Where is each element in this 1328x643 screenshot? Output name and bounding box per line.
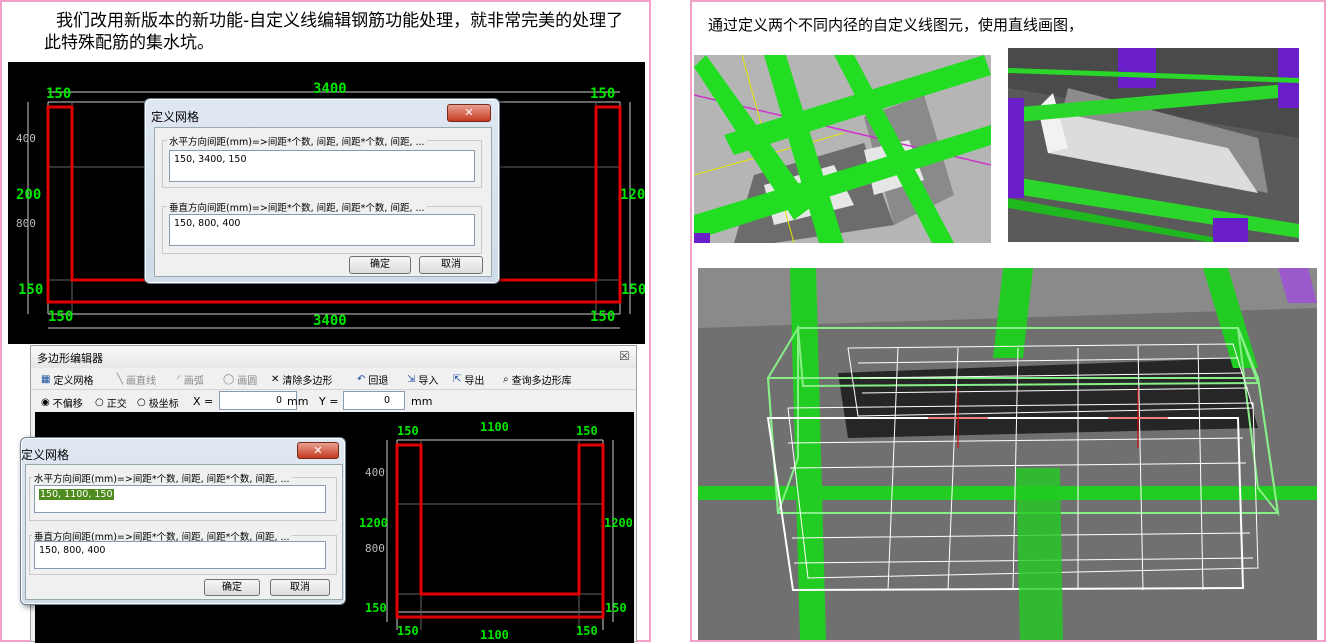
ed-dim-bottom-right: 150	[576, 624, 598, 638]
option-ortho[interactable]: ○ 正交	[95, 395, 127, 410]
editor-titlebar: 多边形编辑器 ☒	[31, 346, 636, 368]
dim-top-left: 150	[46, 86, 72, 102]
editor-title: 多边形编辑器	[37, 352, 103, 365]
y-unit: mm	[411, 395, 433, 408]
rebar-3d-view-1	[694, 55, 991, 243]
option-polar[interactable]: ○ 极坐标	[137, 395, 179, 410]
h-spacing-input[interactable]: 150, 3400, 150	[169, 150, 475, 182]
dim-left-tick-1: 400	[16, 132, 36, 145]
tool-draw-circle[interactable]: ◯ 画圆	[223, 372, 257, 387]
dim-right-bottom: 150	[621, 282, 645, 298]
editor-dialog-title: 定义网格	[21, 448, 70, 462]
v-spacing-input[interactable]: 150, 800, 400	[169, 214, 475, 246]
rebar-wireframe-drawing	[698, 268, 1317, 640]
search-icon: ⌕	[503, 374, 509, 385]
tool-clear-polygon[interactable]: ✕ 清除多边形	[271, 372, 332, 387]
dim-bottom-center: 3400	[313, 313, 347, 329]
ed-dim-left-tick-1: 400	[365, 466, 385, 479]
ed-cancel-button[interactable]: 取消	[270, 579, 330, 596]
undo-icon: ↶	[357, 374, 366, 385]
ed-dim-bottom-left: 150	[397, 624, 419, 638]
dialog-close-button[interactable]: ✕	[447, 104, 491, 122]
x-icon: ✕	[271, 374, 280, 385]
dim-left-mid: 200	[16, 187, 42, 203]
dim-left-tick-2: 800	[16, 217, 36, 230]
rebar-3d-drawing-2	[1008, 48, 1299, 242]
editor-optionbar: ◉ 不偏移 ○ 正交 ○ 极坐标 X = 0 mm Y = 0 mm	[31, 390, 636, 412]
grid-icon: ▦	[41, 374, 51, 385]
right-caption: 通过定义两个不同内径的自定义线图元，使用直线画图，	[708, 16, 1084, 34]
editor-dialog-body: 水平方向间距(mm)=>间距*个数, 间距, 间距*个数, 间距, ... 15…	[25, 464, 343, 600]
ed-dim-top-center: 1100	[480, 420, 509, 434]
tool-draw-arc[interactable]: ◜ 画弧	[177, 372, 204, 387]
circle-icon: ◯	[223, 374, 235, 385]
dim-top-right: 150	[590, 86, 616, 102]
dim-bottom-right: 150	[590, 309, 616, 325]
top-cad-view: 150 3400 150 150 3400 150 200 120 150 15…	[8, 62, 645, 344]
define-grid-dialog: 定义网格 ✕ 水平方向间距(mm)=>间距*个数, 间距, 间距*个数, 间距,…	[144, 98, 500, 284]
tool-query-library[interactable]: ⌕ 查询多边形库	[503, 372, 572, 387]
ok-button[interactable]: 确定	[349, 256, 411, 274]
ed-dim-left-bottom: 150	[365, 601, 387, 615]
tool-define-grid[interactable]: ▦ 定义网格	[41, 372, 93, 387]
dim-bottom-left: 150	[48, 309, 74, 325]
tool-export[interactable]: ⇱ 导出	[453, 372, 484, 387]
import-icon: ⇲	[407, 374, 416, 385]
ed-dim-left-tick-2: 800	[365, 542, 385, 555]
rebar-wireframe-view	[698, 268, 1317, 640]
ed-dim-bottom-center: 1100	[480, 628, 509, 642]
ed-v-spacing-input[interactable]: 150, 800, 400	[34, 541, 326, 569]
rebar-3d-view-2	[1008, 48, 1299, 242]
cancel-button[interactable]: 取消	[419, 256, 483, 274]
x-label: X =	[193, 395, 214, 408]
arc-icon: ◜	[177, 374, 181, 385]
left-caption: 我们改用新版本的新功能-自定义线编辑钢筋功能处理，就非常完美的处理了此特殊配筋的…	[44, 11, 624, 53]
dialog-body: 水平方向间距(mm)=>间距*个数, 间距, 间距*个数, 间距, ... 15…	[154, 127, 492, 277]
ed-dim-right-bottom: 150	[605, 601, 627, 615]
ed-dim-right-mid: 1200	[604, 516, 633, 530]
ed-h-spacing-value: 150, 1100, 150	[39, 489, 114, 500]
ed-dim-top-right: 150	[576, 424, 598, 438]
rebar-3d-drawing-1	[694, 55, 991, 243]
x-input[interactable]: 0	[219, 391, 297, 410]
x-unit: mm	[287, 395, 309, 408]
tool-draw-line[interactable]: ╲ 画直线	[117, 372, 156, 387]
dialog-title: 定义网格	[151, 110, 200, 124]
editor-close-button[interactable]: ☒	[619, 349, 630, 363]
dim-right-mid: 120	[620, 187, 645, 203]
editor-define-grid-dialog: 定义网格 ✕ 水平方向间距(mm)=>间距*个数, 间距, 间距*个数, 间距,…	[20, 437, 346, 605]
tool-undo[interactable]: ↶ 回退	[357, 372, 388, 387]
option-no-offset[interactable]: ◉ 不偏移	[41, 395, 83, 410]
ed-dim-top-left: 150	[397, 424, 419, 438]
radio-icon: ○	[95, 397, 104, 408]
export-icon: ⇱	[453, 374, 462, 385]
radio-selected-icon: ◉	[41, 397, 50, 408]
y-input[interactable]: 0	[343, 391, 405, 410]
ed-h-spacing-input[interactable]: 150, 1100, 150	[34, 485, 326, 513]
y-label: Y =	[319, 395, 339, 408]
dim-left-bottom: 150	[18, 282, 44, 298]
ed-dim-left-mid: 1200	[359, 516, 388, 530]
h-spacing-label: 水平方向间距(mm)=>间距*个数, 间距, 间距*个数, 间距, ...	[167, 134, 427, 148]
tool-import[interactable]: ⇲ 导入	[407, 372, 438, 387]
line-icon: ╲	[117, 374, 124, 385]
editor-toolbar: ▦ 定义网格 ╲ 画直线 ◜ 画弧 ◯ 画圆 ✕ 清除多边形 ↶ 回退 ⇲ 导入 ⇱ 导出 ⌕ 查…	[31, 368, 636, 390]
ed-h-spacing-label: 水平方向间距(mm)=>间距*个数, 间距, 间距*个数, 间距, ...	[32, 471, 292, 485]
ed-ok-button[interactable]: 确定	[204, 579, 260, 596]
v-spacing-label: 垂直方向间距(mm)=>间距*个数, 间距, 间距*个数, 间距, ...	[167, 200, 427, 214]
editor-dialog-close-button[interactable]: ✕	[297, 442, 339, 459]
dim-top-center: 3400	[313, 81, 347, 97]
radio-icon: ○	[137, 397, 146, 408]
